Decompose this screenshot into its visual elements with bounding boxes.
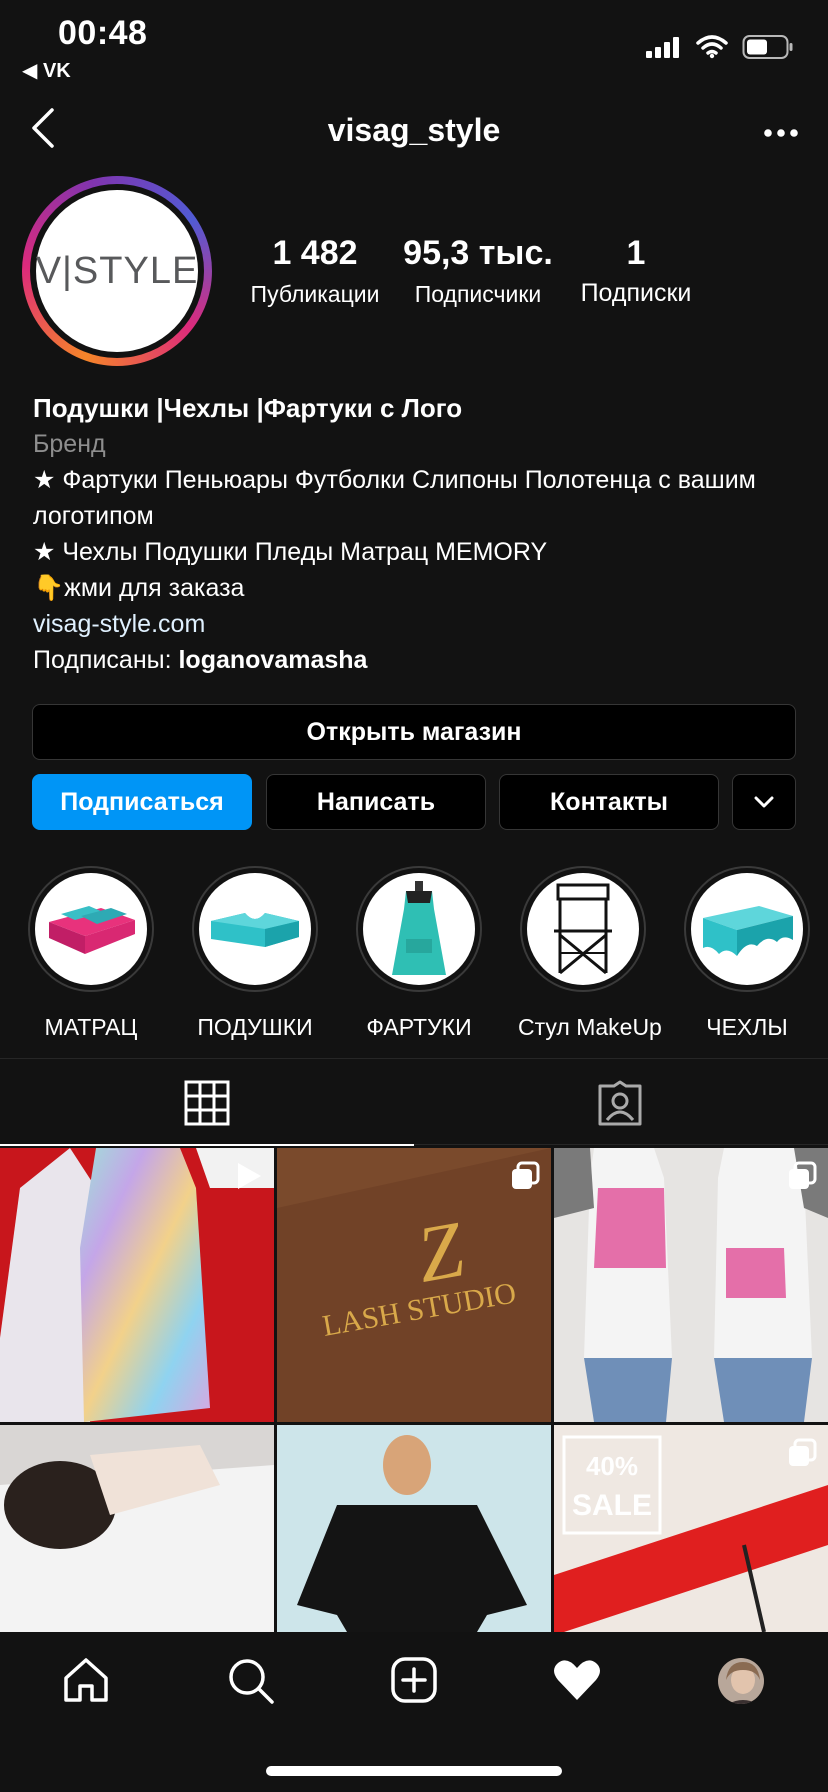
cellular-signal-icon <box>646 37 679 58</box>
highlight-label: МАТРАЦ <box>44 1014 138 1040</box>
highlight-pillows[interactable]: ПОДУШКИ <box>190 866 320 1041</box>
bio-line: ★ Чехлы Подушки Пледы Матрац MEMORY <box>33 538 548 566</box>
highlight-cover <box>35 873 147 985</box>
post-tile[interactable]: 40% SALE <box>554 1425 828 1632</box>
active-tab-indicator <box>0 1144 414 1146</box>
post-tile[interactable] <box>0 1425 274 1632</box>
bio-line: 👇жми для заказа <box>33 574 245 602</box>
grid-tab-icon[interactable] <box>184 1080 230 1126</box>
profile-category: Бренд <box>33 430 106 458</box>
post-tile[interactable] <box>554 1148 828 1422</box>
highlight-label: ФАРТУКИ <box>366 1014 472 1040</box>
follow-button[interactable]: Подписаться <box>32 774 252 830</box>
sale-text: SALE <box>572 1489 652 1522</box>
followers-count-stat[interactable]: 95,3 тыс. Подписчики <box>398 234 558 308</box>
tagged-tab-icon[interactable] <box>596 1080 644 1128</box>
posts-count: 1 482 <box>272 234 358 272</box>
home-indicator <box>266 1766 562 1776</box>
highlight-cover <box>363 873 475 985</box>
posts-count-stat[interactable]: 1 482 Публикации <box>240 234 390 308</box>
director-chair-icon <box>554 883 612 975</box>
battery-icon <box>742 35 793 59</box>
carousel-badge-icon <box>512 1161 540 1189</box>
posts-label: Публикации <box>250 281 380 307</box>
highlight-label: ЧЕХЛЫ <box>706 1014 788 1040</box>
bio-line: ★ Фартуки Пеньюары Футболки Слипоны Поло… <box>33 466 756 530</box>
sale-percent-text: 40% <box>586 1451 638 1481</box>
following-label: Подписки <box>580 279 692 307</box>
message-button[interactable]: Написать <box>266 774 486 830</box>
pillow-icon <box>211 913 299 947</box>
chevron-down-icon <box>754 796 774 808</box>
activity-heart-icon[interactable] <box>552 1658 602 1702</box>
back-to-app-link[interactable]: ◀ VK <box>22 58 71 83</box>
avatar[interactable]: V|STYLE <box>36 190 198 352</box>
brand-logo-text: V|STYLE <box>35 249 199 292</box>
highlight-cover <box>691 873 803 985</box>
home-icon[interactable] <box>62 1656 110 1704</box>
carousel-badge-icon <box>789 1438 817 1466</box>
followers-label: Подписчики <box>414 281 542 307</box>
search-icon[interactable] <box>226 1656 276 1706</box>
new-post-icon[interactable] <box>390 1656 438 1704</box>
highlight-cover <box>527 873 639 985</box>
status-icons <box>646 34 794 60</box>
highlight-cover <box>199 873 311 985</box>
profile-avatar-tab[interactable] <box>716 1656 766 1706</box>
massage-table-icon <box>49 906 135 954</box>
post-tile[interactable] <box>0 1148 274 1422</box>
highlight-label: Стул MakeUp <box>518 1014 662 1040</box>
table-cover-icon <box>703 906 793 956</box>
highlight-aprons[interactable]: ФАРТУКИ <box>354 866 484 1041</box>
status-time: 00:48 <box>58 14 148 52</box>
more-options-icon[interactable] <box>764 128 798 138</box>
profile-username: visag_style <box>327 112 501 148</box>
highlight-covers[interactable]: ЧЕХЛЫ <box>682 866 812 1041</box>
profile-bio: Подушки |Чехлы |Фартуки с Лого Бренд ★ Ф… <box>33 390 803 678</box>
open-shop-button[interactable]: Открыть магазин <box>32 704 796 760</box>
highlight-makeup-chair[interactable]: Стул MakeUp <box>518 866 662 1041</box>
suggestions-dropdown-button[interactable] <box>732 774 796 830</box>
following-count-stat[interactable]: 1 Подписки <box>566 234 706 308</box>
post-tile[interactable]: LASH STUDIO Z <box>277 1148 551 1422</box>
post-image <box>277 1425 551 1632</box>
highlight-mattress[interactable]: МАТРАЦ <box>26 866 156 1041</box>
followed-by-user[interactable]: loganovamasha <box>178 646 367 674</box>
wifi-icon <box>696 35 728 59</box>
contacts-button[interactable]: Контакты <box>499 774 719 830</box>
post-image <box>0 1425 274 1632</box>
post-tile[interactable] <box>277 1425 551 1632</box>
followed-by[interactable]: Подписаны: loganovamasha <box>33 642 803 678</box>
highlight-label: ПОДУШКИ <box>197 1014 313 1040</box>
website-link[interactable]: visag-style.com <box>33 606 803 642</box>
carousel-badge-icon <box>789 1161 817 1189</box>
profile-display-name: Подушки |Чехлы |Фартуки с Лого <box>33 393 463 423</box>
followed-by-prefix: Подписаны: <box>33 646 179 674</box>
video-badge-icon <box>238 1163 261 1189</box>
followers-count: 95,3 тыс. <box>403 234 553 272</box>
following-count: 1 <box>626 234 646 272</box>
apron-icon <box>392 881 446 975</box>
